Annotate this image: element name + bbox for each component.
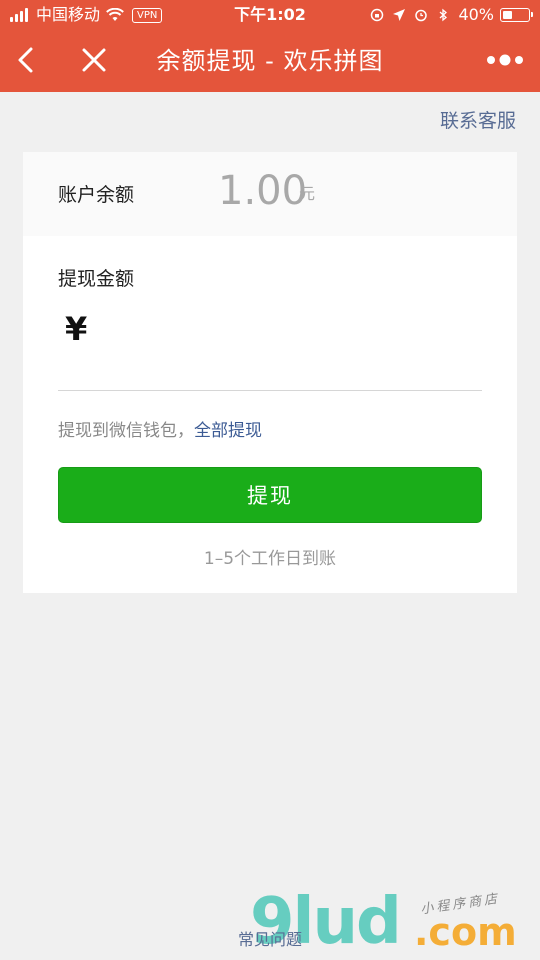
app-header: 中国移动 VPN 下午1:02 40% 余额提现 - 欢乐拼图 <box>0 0 540 92</box>
withdraw-hint: 提现到微信钱包，全部提现 <box>58 416 262 441</box>
location-icon <box>393 9 406 21</box>
battery-fill <box>503 11 512 19</box>
withdraw-button[interactable]: 提现 <box>58 467 482 523</box>
rotation-lock-icon <box>371 8 384 22</box>
status-right: 40% <box>362 0 533 30</box>
nav-bar: 余额提现 - 欢乐拼图 <box>0 30 540 92</box>
balance-row: 账户余额 1.00 元 <box>23 152 517 236</box>
amount-input[interactable] <box>103 312 477 358</box>
contact-support-link[interactable]: 联系客服 <box>440 106 516 136</box>
withdraw-card: 账户余额 1.00 元 提现金额 ¥ 提现到微信钱包，全部提现 提现 1–5个工… <box>23 152 517 593</box>
arrival-note: 1–5个工作日到账 <box>203 549 337 569</box>
page-title: 余额提现 - 欢乐拼图 <box>156 47 384 75</box>
hint-text: 提现到微信钱包， <box>58 421 194 441</box>
more-dots-icon[interactable] <box>486 52 524 68</box>
input-divider <box>58 390 482 391</box>
balance-label: 账户余额 <box>58 184 135 206</box>
battery-icon <box>500 8 533 22</box>
withdraw-all-link[interactable]: 全部提现 <box>194 421 262 441</box>
battery-percent: 40% <box>458 5 494 24</box>
status-bar: 中国移动 VPN 下午1:02 40% <box>0 0 540 30</box>
withdraw-amount-label: 提现金额 <box>58 268 135 290</box>
yuan-symbol: ¥ <box>65 310 88 348</box>
faq-link[interactable]: 常见问题 <box>0 926 540 950</box>
alarm-icon <box>415 9 428 22</box>
bluetooth-icon <box>439 8 448 22</box>
balance-value: 1.00 <box>218 168 308 214</box>
back-arrow-icon[interactable] <box>12 44 44 76</box>
balance-unit: 元 <box>299 184 316 203</box>
close-icon[interactable] <box>78 44 110 76</box>
